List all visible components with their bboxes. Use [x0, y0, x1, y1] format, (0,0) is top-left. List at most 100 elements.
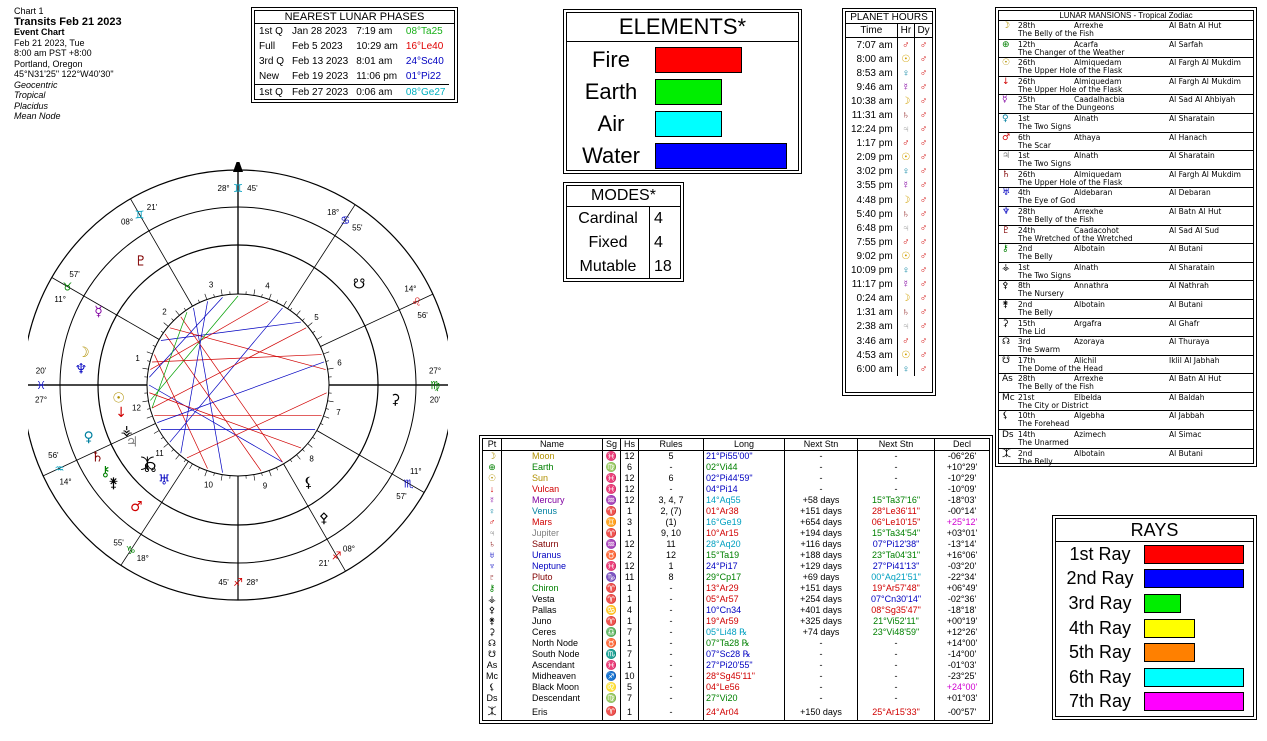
planet-next-station-days: +116 days	[784, 538, 858, 550]
planet-sign: ♌	[601, 681, 621, 693]
planet-next-station-pos: -	[857, 670, 935, 682]
mansion-arabic-name: Al Butani	[1169, 299, 1203, 309]
planet-declination: +00°19'	[934, 615, 989, 627]
ray-row: 2nd Ray	[1056, 567, 1253, 592]
cusp-sign-glyph: ♊	[135, 208, 145, 221]
cusp-minutes: 21'	[147, 203, 158, 212]
wheel-planet-glyph: ↓	[115, 405, 127, 421]
mansion-row: ⊕ 12th Acarfa Al Sarfah The Changer of the W…	[999, 38, 1253, 58]
planet-table: Pt Name Sg Hs Rules Long Next Stn Next Stn Decl …	[483, 439, 989, 720]
planet-rules: -	[638, 604, 704, 616]
planet-row: ⊕ Earth ♍ 6-02°Vi44- - +10°29'	[483, 461, 989, 473]
planet-glyph: ☋	[487, 648, 496, 659]
house-cusp-label: 11°♉ 57'	[54, 270, 80, 304]
mansion-point-glyph: As	[1002, 374, 1013, 385]
mansion-arabic-name: Al Simac	[1169, 430, 1202, 440]
planet-glyph: Ds	[486, 693, 498, 704]
wheel-tick	[147, 360, 151, 362]
planet-glyph: ⯰	[487, 705, 497, 716]
planet-next-station-days: +325 days	[784, 615, 858, 627]
mansion-arabic-name: Al Fargh Al Mukdim	[1169, 58, 1241, 68]
ph-col-time: Time	[846, 24, 898, 38]
wheel-tick	[253, 289, 256, 296]
planet-hour-row: 9:46 am ☿ ♂	[846, 80, 932, 95]
planet-sign: ♉	[601, 549, 621, 561]
planet-next-station-days: -	[784, 692, 858, 704]
planet-declination: -01°03'	[934, 659, 989, 671]
mansion-row: ⚴ 8th Annathra Al Nathrah The Nursery	[999, 280, 1253, 299]
planet-day-glyph: ♂	[914, 164, 932, 179]
planet-hour-row: 12:24 pm ♃ ♂	[846, 122, 932, 137]
planet-next-station-days: +69 days	[784, 571, 858, 583]
planet-name: Jupiter	[500, 527, 603, 539]
planet-col-header: Hs	[620, 439, 639, 451]
lunar-phase-date: Feb 13 2023	[292, 56, 349, 67]
planet-hour-row: 1:17 pm ♂ ♂	[846, 136, 932, 151]
mansion-meaning: The Scar	[1018, 140, 1051, 150]
planet-name: Pluto	[500, 571, 603, 583]
planet-sign: ♒	[601, 494, 621, 506]
planet-next-station-days: -	[784, 637, 858, 649]
planet-day-glyph: ♂	[914, 305, 932, 320]
planet-day-glyph: ♂	[914, 333, 932, 349]
mansion-arabic-name: Al Thuraya	[1169, 337, 1210, 347]
wheel-tick	[307, 322, 313, 327]
planet-hour-time: 6:00 am	[856, 363, 893, 375]
ray-name: 1st Ray	[1069, 543, 1131, 564]
lunar-phase-date: Feb 19 2023	[292, 71, 349, 82]
wheel-planet-glyph: ♆	[75, 361, 88, 377]
element-name: Water	[582, 143, 640, 168]
wheel-tick	[213, 294, 215, 298]
mode-row: Cardinal 4	[567, 207, 680, 231]
planet-longitude: 04°Le56	[703, 681, 785, 693]
mansion-arabic-name: Iklil Al Jabhah	[1169, 355, 1220, 365]
mansion-point-glyph: ♇	[1002, 225, 1011, 236]
planet-day-glyph: ♂	[914, 221, 932, 236]
planet-hour-time: 2:09 pm	[856, 152, 893, 164]
wheel-tick	[175, 310, 180, 316]
planet-longitude: 27°Pi20'55"	[703, 659, 785, 671]
planet-declination: -00°14'	[934, 505, 989, 517]
lunar-mansions-title: LUNAR MANSIONS - Tropical Zodiac	[1059, 11, 1193, 20]
planet-sign: ♋	[601, 604, 621, 616]
cusp-minutes: 20'	[430, 395, 441, 404]
planet-house: 1	[620, 582, 639, 594]
mansion-latin-name: Albotain	[1074, 299, 1105, 309]
planet-rules: 8	[638, 571, 704, 583]
chart-type: Event Chart	[14, 27, 65, 37]
ph-col-day: Dy	[914, 24, 932, 38]
ray-name: 7th Ray	[1068, 691, 1132, 712]
planet-hour-row: 2:09 pm ☉ ♂	[846, 150, 932, 165]
planet-next-station-days: -	[784, 450, 858, 462]
mansion-row: ⯰ 2nd Albotain Al Butani The Belly	[999, 447, 1253, 467]
house-number: 12	[132, 404, 141, 413]
planet-longitude: 02°Vi44	[703, 461, 785, 473]
planet-day-glyph: ♂	[914, 52, 932, 67]
element-row: Air	[567, 108, 798, 140]
mansion-meaning: The Belly	[1018, 307, 1053, 317]
planet-hour-row: 3:02 pm ♀ ♂	[846, 164, 932, 179]
cusp-degree: 18°	[137, 554, 149, 563]
planet-sign: ♈	[601, 615, 621, 627]
planet-rules: -	[638, 461, 704, 473]
mansion-point-glyph: ⚳	[1002, 318, 1009, 329]
planet-glyph: ⊕	[488, 461, 496, 472]
planet-hour-row: 5:40 pm ♄ ♂	[846, 207, 932, 222]
wheel-planet-glyph: ☽	[77, 345, 90, 361]
mansion-arabic-name: Al Sharatain	[1169, 151, 1215, 161]
wheel-tick	[268, 293, 272, 300]
chart-option-4: Mean Node	[14, 111, 61, 121]
mode-name: Cardinal	[578, 210, 638, 227]
planet-declination: -14°00'	[934, 648, 989, 660]
planet-hour-glyph: ♀	[896, 362, 915, 377]
cusp-sign-glyph: ♏	[404, 478, 414, 491]
ray-bar	[1144, 643, 1195, 663]
mansion-latin-name: Athaya	[1074, 132, 1101, 142]
wheel-tick	[183, 307, 187, 311]
planet-hour-time: 2:38 am	[856, 321, 893, 333]
planet-next-station-pos: -	[857, 659, 935, 671]
planet-sign: ♓	[601, 472, 621, 484]
planet-hour-row: 0:24 am ☽ ♂	[846, 291, 932, 306]
elements-title: ELEMENTS*	[567, 13, 798, 42]
wheel-tick	[142, 400, 149, 403]
